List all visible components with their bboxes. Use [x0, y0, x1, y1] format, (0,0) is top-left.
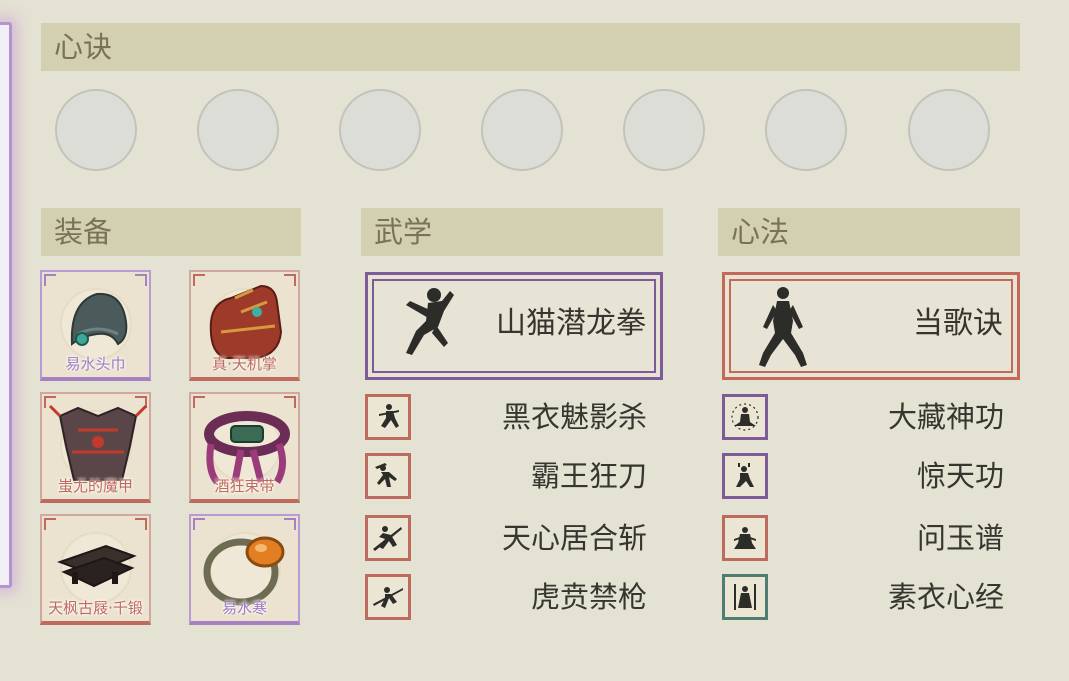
martial-header: 武学 — [361, 208, 663, 256]
equip-name: 天枫古屐·千锻 — [48, 599, 143, 617]
main-martial-skill[interactable]: 山猫潜龙拳 — [365, 272, 663, 380]
crouch-figure-icon — [736, 463, 754, 487]
skill-name: 霸王狂刀 — [530, 459, 647, 493]
spear-figure-icon — [373, 587, 403, 608]
equip-name: 真·天机掌 — [212, 355, 277, 373]
xinjue-slot-7[interactable] — [908, 89, 990, 171]
xinjue-slot-4[interactable] — [481, 89, 563, 171]
slash-figure-icon — [373, 526, 402, 551]
skill-icon-frame — [365, 394, 411, 440]
equip-slot-ring[interactable]: 易水寒 — [189, 514, 300, 625]
equip-name: 易水头巾 — [65, 355, 126, 373]
assassin-figure-icon — [379, 404, 399, 428]
skill-name: 惊天功 — [916, 459, 1004, 493]
martial-skill-row[interactable]: 霸王狂刀 — [365, 453, 647, 501]
martial-skill-row[interactable]: 黑衣魅影杀 — [365, 394, 647, 442]
xinfa-skill-row[interactable]: 问玉谱 — [722, 515, 1004, 563]
skill-name: 山猫潜龙拳 — [496, 306, 646, 341]
martial-skill-row[interactable]: 虎贲禁枪 — [365, 574, 647, 622]
xinfa-skill-row[interactable]: 素衣心经 — [722, 574, 1004, 622]
equip-slot-belt[interactable]: 酒狂束带 — [189, 392, 300, 503]
character-panel-edge[interactable] — [0, 22, 12, 588]
skill-name: 大藏神功 — [887, 400, 1004, 434]
skill-name: 问玉谱 — [916, 521, 1004, 555]
skill-icon-frame — [365, 574, 411, 620]
equip-slot-headscarf[interactable]: 易水头巾 — [40, 270, 151, 381]
skill-name: 当歌诀 — [913, 306, 1003, 341]
kick-figure-icon — [406, 288, 454, 355]
skill-icon-frame — [722, 453, 768, 499]
martial-skill-row[interactable]: 天心居合斩 — [365, 515, 647, 563]
main-xinfa-skill[interactable]: 当歌诀 — [722, 272, 1020, 380]
skill-icon-frame — [365, 453, 411, 499]
xinjue-header: 心诀 — [41, 23, 1020, 71]
xinfa-header: 心法 — [718, 208, 1020, 256]
equip-name: 蚩尤的魔甲 — [57, 477, 133, 495]
equip-slot-gauntlet[interactable]: 真·天机掌 — [189, 270, 300, 381]
xinjue-slot-5[interactable] — [623, 89, 705, 171]
seated-figure-icon — [734, 527, 756, 549]
skill-name: 天心居合斩 — [501, 521, 647, 555]
xinfa-skill-row[interactable]: 大藏神功 — [722, 394, 1004, 442]
skill-icon-frame — [365, 515, 411, 561]
xinfa-skill-row[interactable]: 惊天功 — [722, 453, 1004, 501]
xinjue-slot-1[interactable] — [55, 89, 137, 171]
equipment-header: 装备 — [41, 208, 301, 256]
equip-slot-armor[interactable]: 蚩尤的魔甲 — [40, 392, 151, 503]
meditate-figure-icon — [731, 403, 759, 431]
skill-icon-frame — [722, 574, 768, 620]
robed-figure-icon — [734, 584, 756, 610]
skill-name: 黑衣魅影杀 — [501, 400, 647, 434]
skill-name: 虎贲禁枪 — [530, 580, 647, 614]
skill-name: 素衣心经 — [887, 580, 1004, 614]
xinjue-slot-6[interactable] — [765, 89, 847, 171]
xinjue-slot-2[interactable] — [197, 89, 279, 171]
blade-figure-icon — [375, 463, 397, 487]
equip-name: 易水寒 — [221, 599, 267, 617]
xinjue-slot-3[interactable] — [339, 89, 421, 171]
skill-icon-frame — [722, 394, 768, 440]
skill-icon-frame — [722, 515, 768, 561]
stance-figure-icon — [759, 287, 807, 367]
equip-slot-clogs[interactable]: 天枫古屐·千锻 — [40, 514, 151, 625]
equip-name: 酒狂束带 — [214, 477, 275, 495]
